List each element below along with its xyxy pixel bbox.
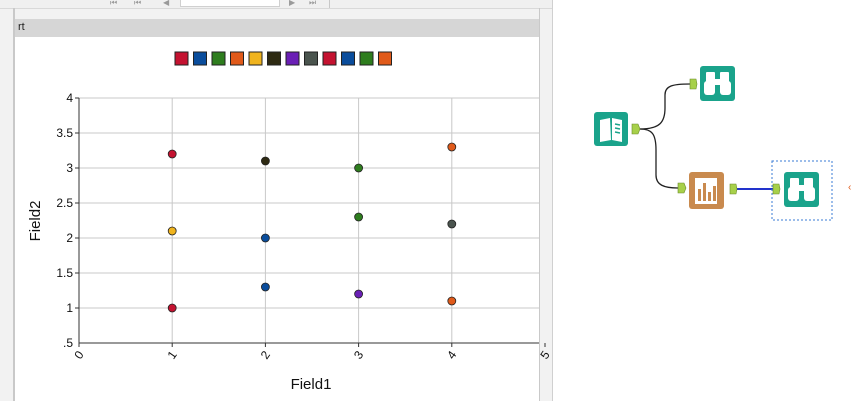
browse-tool-selected[interactable] (771, 160, 833, 221)
connection-input-to-chart[interactable] (639, 128, 679, 189)
output-anchor[interactable] (729, 183, 738, 195)
input-anchor[interactable] (677, 182, 687, 194)
connection-input-to-browse[interactable] (639, 83, 691, 130)
input-anchor[interactable] (772, 183, 781, 195)
bar-chart-icon (695, 178, 717, 204)
partial-marker-icon: ‹ (848, 182, 851, 193)
output-anchor[interactable] (631, 123, 641, 135)
input-anchor[interactable] (689, 78, 698, 90)
browse-tool-top[interactable] (689, 66, 735, 101)
scatter-chart-tool[interactable] (677, 172, 738, 209)
input-data-tool[interactable] (594, 112, 641, 146)
workflow-canvas[interactable]: ‹ (0, 0, 852, 401)
